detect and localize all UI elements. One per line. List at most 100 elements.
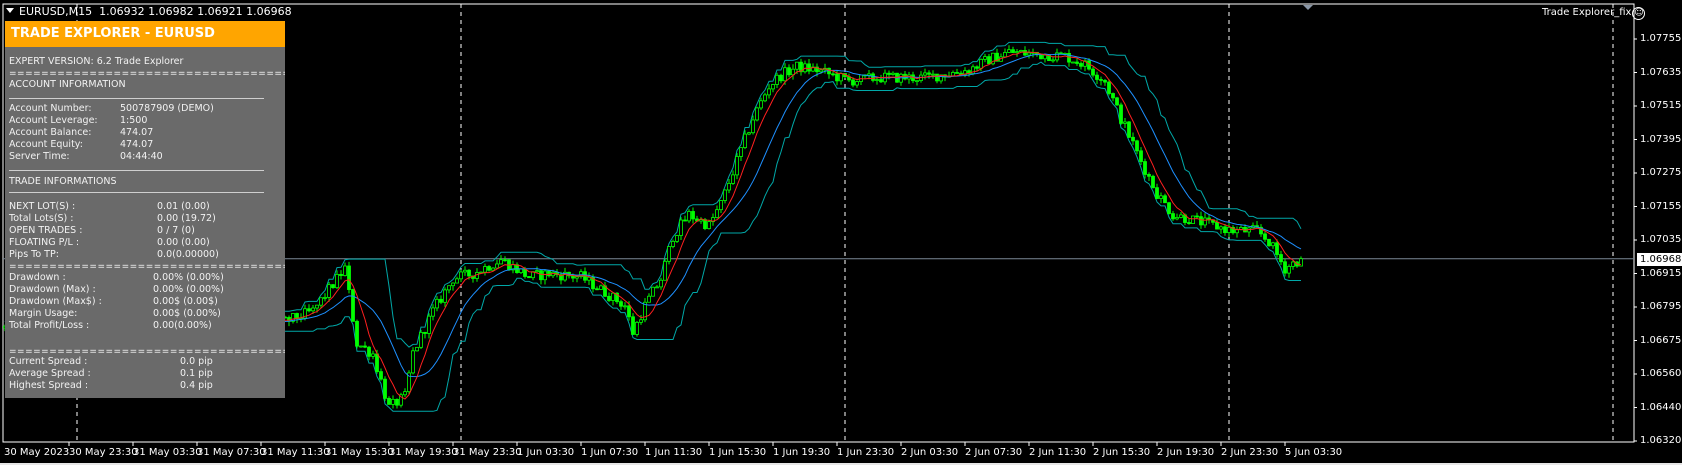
dropdown-triangle-icon[interactable]: [6, 8, 14, 13]
candle-body: [1115, 97, 1119, 106]
spread-label: Current Spread :: [9, 356, 88, 367]
candle-body: [687, 211, 691, 222]
candle-body: [323, 297, 327, 299]
candle-body: [1191, 215, 1195, 224]
trade-value: 0.00 (19.72): [157, 213, 216, 224]
expert-advisor-label[interactable]: Trade Explorer_fix ☺: [1542, 7, 1646, 20]
candle-body: [1075, 61, 1079, 64]
candle-body: [663, 260, 667, 281]
candle-body: [659, 279, 663, 288]
candle-body: [923, 72, 927, 76]
candle-body: [1155, 187, 1159, 199]
trade-label: Pips To TP:: [9, 249, 59, 260]
divider: [9, 98, 264, 99]
candle-body: [415, 346, 419, 352]
candle-body: [1015, 51, 1019, 54]
candle-body: [683, 219, 687, 222]
candle-body: [331, 284, 335, 289]
price-tick-label: 1.07755: [1640, 33, 1682, 44]
candle-body: [375, 353, 379, 373]
candle-body: [891, 72, 895, 75]
trade-value: 0.00 (0.00): [157, 237, 210, 248]
candle-body: [1111, 93, 1115, 99]
candle-body: [771, 84, 775, 90]
candle-body: [1119, 104, 1123, 124]
price-tick-label: 1.06795: [1640, 301, 1682, 312]
candle-body: [915, 80, 919, 83]
time-tick-label: 2 Jun 07:30: [965, 447, 1023, 458]
time-tick-label: 30 May 2023: [4, 447, 70, 458]
candle-body: [1159, 195, 1163, 199]
time-tick-label: 1 Jun 03:30: [517, 447, 575, 458]
price-tick-label: 1.07515: [1640, 100, 1682, 111]
price-chart[interactable]: EURUSD,M15 1.06932 1.06982 1.06921 1.069…: [0, 0, 1682, 463]
candle-body: [607, 295, 611, 301]
candle-body: [759, 100, 763, 109]
candle-body: [839, 73, 843, 82]
drawdown-value: 0.00% (0.00%): [153, 284, 224, 295]
candle-body: [747, 132, 751, 135]
candle-body: [635, 321, 639, 335]
candle-body: [1271, 242, 1275, 247]
candle-body: [1175, 217, 1179, 220]
candle-body: [639, 319, 643, 323]
candle-body: [307, 308, 311, 312]
spread-label: Average Spread :: [9, 368, 91, 379]
time-tick-label: 2 Jun 15:30: [1093, 447, 1151, 458]
candle-body: [679, 219, 683, 236]
candle-body: [1203, 217, 1207, 226]
price-tick-label: 1.07395: [1640, 133, 1682, 145]
candle-body: [459, 271, 463, 280]
candle-body: [491, 267, 495, 271]
panel-title: TRADE EXPLORER - EURUSD: [5, 21, 285, 47]
separator: ========================================…: [9, 263, 285, 272]
drawdown-value: 0.00% (0.00%): [153, 272, 224, 283]
candle-body: [671, 240, 675, 247]
trade-label: FLOATING P/L :: [9, 237, 80, 248]
candle-body: [495, 263, 499, 269]
candle-body: [879, 79, 883, 83]
candle-body: [499, 259, 503, 265]
candle-body: [1171, 213, 1175, 220]
candle-body: [535, 270, 539, 273]
time-tick-label: 1 Jun 11:30: [645, 447, 703, 458]
spread-label: Highest Spread :: [9, 380, 89, 391]
candle-body: [343, 265, 347, 276]
time-tick-label: 31 May 23:30: [453, 447, 522, 458]
candle-body: [355, 320, 359, 347]
candle-body: [935, 73, 939, 82]
candle-body: [319, 297, 323, 306]
trade-header: TRADE INFORMATIONS: [9, 176, 117, 187]
trade-label: OPEN TRADES :: [9, 225, 83, 236]
candle-body: [1275, 242, 1279, 255]
candle-body: [1195, 215, 1199, 218]
drawdown-label: Drawdown :: [9, 272, 66, 283]
candle-body: [347, 265, 351, 290]
separator: ========================================…: [9, 70, 285, 79]
candle-body: [855, 81, 859, 86]
candle-body: [419, 331, 423, 348]
candle-body: [1095, 74, 1099, 80]
price-tick-label: 1.06915: [1640, 267, 1682, 279]
trade-label: Total Lots(S) :: [9, 213, 74, 224]
price-tick-label: 1.07275: [1640, 167, 1682, 178]
candle-body: [1059, 52, 1063, 55]
candle-body: [1079, 63, 1083, 67]
candle-body: [715, 209, 719, 218]
price-tick-label: 1.07035: [1640, 234, 1682, 245]
current-price-label: 1.06968: [1637, 253, 1682, 266]
candle-body: [1167, 202, 1171, 214]
time-tick-label: 31 May 03:30: [133, 447, 202, 458]
candle-body: [631, 316, 635, 335]
candle-body: [427, 315, 431, 334]
candle-body: [739, 147, 743, 157]
drawdown-label: Drawdown (Max) :: [9, 284, 96, 295]
trade-label: NEXT LOT(S) :: [9, 201, 76, 212]
price-tick-label: 1.06320: [1640, 435, 1682, 446]
candle-body: [527, 276, 531, 279]
candle-body: [1263, 233, 1267, 240]
price-tick-label: 1.06675: [1640, 334, 1682, 346]
candle-body: [451, 282, 455, 287]
candle-body: [1151, 175, 1155, 189]
candle-body: [403, 391, 407, 396]
